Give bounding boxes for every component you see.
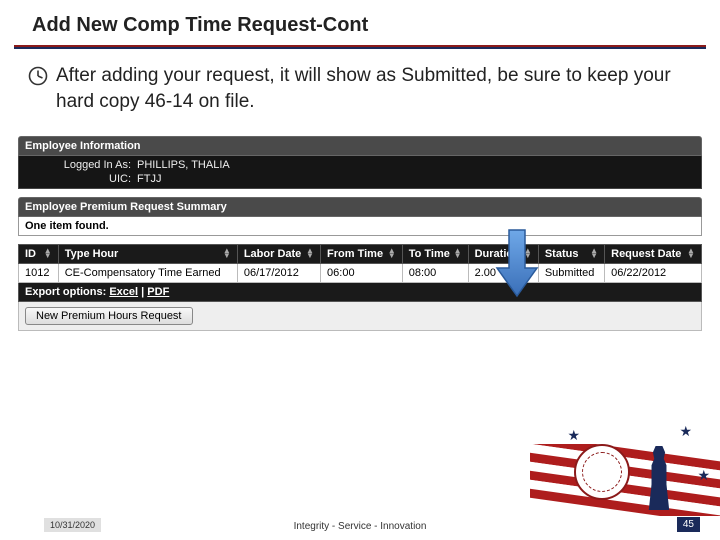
uic-value: FTJJ — [137, 173, 161, 185]
sort-icon[interactable]: ▲▼ — [388, 248, 396, 258]
app-panel: Employee Information Logged In As: PHILL… — [18, 136, 702, 331]
star-icon: ★ — [567, 427, 580, 444]
footer-page-number: 45 — [677, 517, 700, 532]
col-request-date[interactable]: Request Date ▲▼ — [605, 245, 702, 264]
col-request-date-label: Request Date — [611, 248, 681, 260]
cell-to-time: 08:00 — [402, 264, 468, 283]
employee-info-header: Employee Information — [18, 136, 702, 156]
summary-header: Employee Premium Request Summary — [18, 197, 702, 217]
col-labor-date[interactable]: Labor Date ▲▼ — [237, 245, 320, 264]
clock-bullet-icon — [28, 66, 48, 86]
col-status[interactable]: Status ▲▼ — [538, 245, 604, 264]
page-title: Add New Comp Time Request-Cont — [0, 0, 720, 45]
col-type-hour[interactable]: Type Hour ▲▼ — [58, 245, 237, 264]
sort-icon[interactable]: ▲▼ — [44, 248, 52, 258]
export-excel-link[interactable]: Excel — [109, 286, 138, 298]
export-label: Export options: — [25, 286, 106, 298]
down-arrow-callout-icon — [493, 228, 541, 298]
col-type-hour-label: Type Hour — [65, 248, 119, 260]
export-options: Export options: Excel | PDF — [18, 283, 702, 302]
uic-label: UIC: — [19, 173, 137, 185]
sort-icon[interactable]: ▲▼ — [590, 248, 598, 258]
employee-info-box: Logged In As: PHILLIPS, THALIA UIC: FTJJ — [18, 156, 702, 189]
footer-motto: Integrity - Service - Innovation — [0, 521, 720, 532]
col-from-time[interactable]: From Time ▲▼ — [321, 245, 403, 264]
button-row: New Premium Hours Request — [18, 302, 702, 331]
dfas-seal-icon — [574, 444, 630, 500]
logged-in-value: PHILLIPS, THALIA — [137, 159, 230, 171]
export-pdf-link[interactable]: PDF — [147, 286, 169, 298]
cell-request-date: 06/22/2012 — [605, 264, 702, 283]
col-from-time-label: From Time — [327, 248, 383, 260]
cell-id: 1012 — [19, 264, 59, 283]
col-id-label: ID — [25, 248, 36, 260]
slide-footer: 10/31/2020 Integrity - Service - Innovat… — [0, 512, 720, 540]
col-to-time[interactable]: To Time ▲▼ — [402, 245, 468, 264]
sort-icon[interactable]: ▲▼ — [306, 248, 314, 258]
request-table: ID ▲▼ Type Hour ▲▼ Labor Date ▲▼ From Time ▲… — [18, 244, 702, 283]
col-status-label: Status — [545, 248, 579, 260]
footer-date: 10/31/2020 — [44, 518, 101, 532]
body-text: After adding your request, it will show … — [56, 63, 692, 114]
col-id[interactable]: ID ▲▼ — [19, 245, 59, 264]
cell-labor-date: 06/17/2012 — [237, 264, 320, 283]
cell-from-time: 06:00 — [321, 264, 403, 283]
sort-icon[interactable]: ▲▼ — [454, 248, 462, 258]
logged-in-label: Logged In As: — [19, 159, 137, 171]
summary-count: One item found. — [18, 217, 702, 236]
table-header-row: ID ▲▼ Type Hour ▲▼ Labor Date ▲▼ From Time ▲… — [19, 245, 702, 264]
export-sep: | — [138, 286, 147, 298]
cell-type-hour: CE-Compensatory Time Earned — [58, 264, 237, 283]
col-to-time-label: To Time — [409, 248, 450, 260]
sort-icon[interactable]: ▲▼ — [223, 248, 231, 258]
star-icon: ★ — [697, 467, 710, 484]
new-premium-request-button[interactable]: New Premium Hours Request — [25, 307, 193, 325]
table-row[interactable]: 1012 CE-Compensatory Time Earned 06/17/2… — [19, 264, 702, 283]
body-paragraph: After adding your request, it will show … — [0, 49, 720, 114]
cell-status: Submitted — [538, 264, 604, 283]
col-labor-date-label: Labor Date — [244, 248, 301, 260]
sort-icon[interactable]: ▲▼ — [687, 248, 695, 258]
star-icon: ★ — [679, 423, 692, 440]
